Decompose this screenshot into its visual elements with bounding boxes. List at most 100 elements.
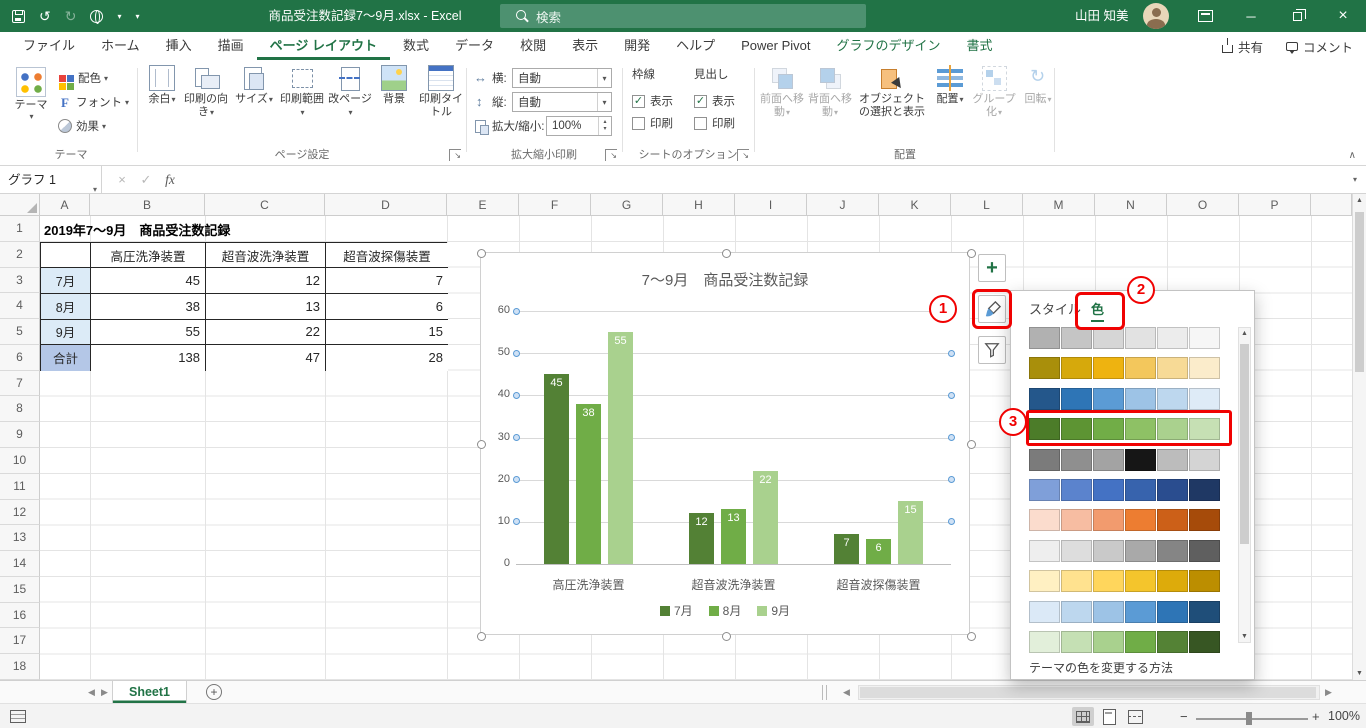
height-dropdown[interactable]: 自動 ▾ [512, 92, 612, 112]
row-header-15[interactable]: 15 [0, 576, 40, 603]
tab-style[interactable]: スタイル [1029, 299, 1081, 318]
color-swatch[interactable] [1093, 387, 1124, 410]
header-cell-超音波探傷装置[interactable]: 超音波探傷装置 [326, 242, 448, 269]
color-swatch[interactable] [1029, 448, 1060, 471]
ribbon-tab-校閲[interactable]: 校閲 [507, 32, 559, 60]
close-button[interactable]: × [1320, 0, 1366, 32]
color-swatch[interactable] [1189, 539, 1220, 562]
save-icon[interactable] [12, 9, 25, 23]
row-label-合計[interactable]: 合計 [41, 345, 91, 371]
row-label-8月[interactable]: 8月 [41, 293, 91, 320]
row-header-9[interactable]: 9 [0, 422, 40, 448]
color-swatch[interactable] [1125, 509, 1156, 532]
color-swatch[interactable] [1189, 327, 1220, 349]
legend-item-8月[interactable]: 8月 [708, 602, 741, 619]
show-checkbox[interactable]: ✓ [694, 94, 707, 108]
palette-row-7[interactable] [1029, 539, 1221, 562]
palette-row-green-highlighted[interactable] [1029, 418, 1221, 441]
color-swatch[interactable] [1189, 387, 1220, 410]
row-header-13[interactable]: 13 [0, 525, 40, 552]
share-button[interactable]: 共有 [1222, 35, 1263, 57]
color-swatch[interactable] [1061, 539, 1092, 562]
column-header-E[interactable]: E [447, 194, 519, 216]
column-header-G[interactable]: G [591, 194, 663, 216]
theme-item-効果[interactable]: 効果 ▾ [58, 114, 129, 138]
color-swatch[interactable] [1189, 479, 1220, 501]
column-header-I[interactable]: I [735, 194, 807, 216]
cancel-icon[interactable]: × [110, 172, 134, 187]
color-swatch[interactable] [1093, 570, 1124, 593]
enter-icon[interactable]: ✓ [134, 172, 158, 188]
data-table[interactable]: 高圧洗浄装置 超音波洗浄装置 超音波探傷装置 7月 45 12 7 8月 38 13 6 9月 55 22… [40, 241, 448, 371]
selection-handle[interactable] [476, 248, 486, 258]
value-cell[interactable]: 138 [91, 345, 206, 371]
user-avatar[interactable] [1143, 3, 1169, 29]
insert-function-icon[interactable]: fx [158, 172, 182, 188]
palette-row-5[interactable] [1029, 479, 1221, 501]
color-swatch[interactable] [1157, 357, 1188, 380]
formula-input[interactable] [182, 166, 1344, 194]
ribbon-tab-Power Pivot[interactable]: Power Pivot [728, 32, 823, 60]
spin-up-icon[interactable]: ▴ [603, 119, 606, 126]
color-swatch[interactable] [1157, 570, 1188, 593]
touch-mode-icon[interactable] [90, 9, 104, 24]
selection-handle[interactable] [966, 440, 976, 449]
column-header-N[interactable]: N [1095, 194, 1167, 216]
color-swatch[interactable] [1189, 570, 1220, 593]
normal-view-icon[interactable] [1072, 707, 1094, 726]
bar-8月-高圧洗浄装置[interactable] [576, 403, 601, 564]
column-header-L[interactable]: L [951, 194, 1023, 216]
ribbon-tab-開発[interactable]: 開発 [611, 32, 663, 60]
color-swatch[interactable] [1189, 631, 1220, 653]
column-header-J[interactable]: J [807, 194, 879, 216]
row-header-2[interactable]: 2 [0, 241, 40, 268]
palette-row-8[interactable] [1029, 570, 1221, 593]
印刷の向き-button[interactable]: 印刷の向き▾ [182, 60, 230, 119]
color-swatch[interactable] [1125, 418, 1156, 441]
ribbon-tab-グラフのデザイン[interactable]: グラフのデザイン [824, 32, 954, 60]
color-swatch[interactable] [1029, 570, 1060, 593]
chart-filters-button[interactable] [978, 336, 1006, 364]
row-header-11[interactable]: 11 [0, 473, 40, 500]
add-sheet-button[interactable]: + [206, 684, 222, 700]
chart-title[interactable]: 7〜9月 商品受注数記録 [481, 269, 969, 290]
color-swatch[interactable] [1125, 387, 1156, 410]
tab-color[interactable]: 色 [1091, 299, 1105, 322]
column-header-F[interactable]: F [519, 194, 591, 216]
minimize-button[interactable]: ─ [1228, 0, 1274, 32]
selection-handle[interactable] [721, 631, 731, 641]
column-header-B[interactable]: B [90, 194, 205, 216]
bar-9月-高圧洗浄装置[interactable] [608, 332, 633, 564]
theme-item-フォント[interactable]: フォント▾ [58, 90, 129, 114]
sheet-nav-right-icon[interactable]: ▶ [101, 687, 108, 698]
column-header-P[interactable]: P [1239, 194, 1311, 216]
palette-row-1[interactable] [1029, 357, 1221, 380]
color-swatch[interactable] [1029, 631, 1060, 653]
color-swatch[interactable] [1061, 570, 1092, 593]
column-header-D[interactable]: D [325, 194, 447, 216]
column-header-M[interactable]: M [1023, 194, 1095, 216]
sheet-nav-left-icon[interactable]: ◀ [88, 687, 95, 698]
color-swatch[interactable] [1093, 448, 1124, 471]
color-swatch[interactable] [1061, 418, 1092, 441]
legend-item-7月[interactable]: 7月 [659, 602, 693, 619]
column-header-H[interactable]: H [663, 194, 735, 216]
color-swatch[interactable] [1061, 631, 1092, 653]
selection-handle[interactable] [966, 631, 976, 641]
印刷範囲-button[interactable]: 印刷範囲▾ [278, 60, 326, 119]
color-swatch[interactable] [1029, 327, 1060, 349]
value-cell[interactable]: 38 [91, 293, 206, 320]
color-swatch[interactable] [1029, 418, 1060, 441]
panel-scrollbar[interactable]: ▲ ▼ [1238, 327, 1251, 643]
color-swatch[interactable] [1189, 357, 1220, 380]
selection-handle[interactable] [476, 440, 486, 449]
cell-a1-title[interactable]: 2019年7〜9月 商品受注数記録 [44, 220, 230, 239]
row-label-9月[interactable]: 9月 [41, 319, 91, 346]
row-header-17[interactable]: 17 [0, 628, 40, 655]
color-swatch[interactable] [1189, 509, 1220, 532]
row-header-5[interactable]: 5 [0, 319, 40, 345]
vertical-scrollbar[interactable]: ▲ ▼ [1352, 194, 1366, 680]
color-swatch[interactable] [1157, 327, 1188, 349]
color-swatch[interactable] [1029, 357, 1060, 380]
ribbon-tab-ホーム[interactable]: ホーム [88, 32, 153, 60]
